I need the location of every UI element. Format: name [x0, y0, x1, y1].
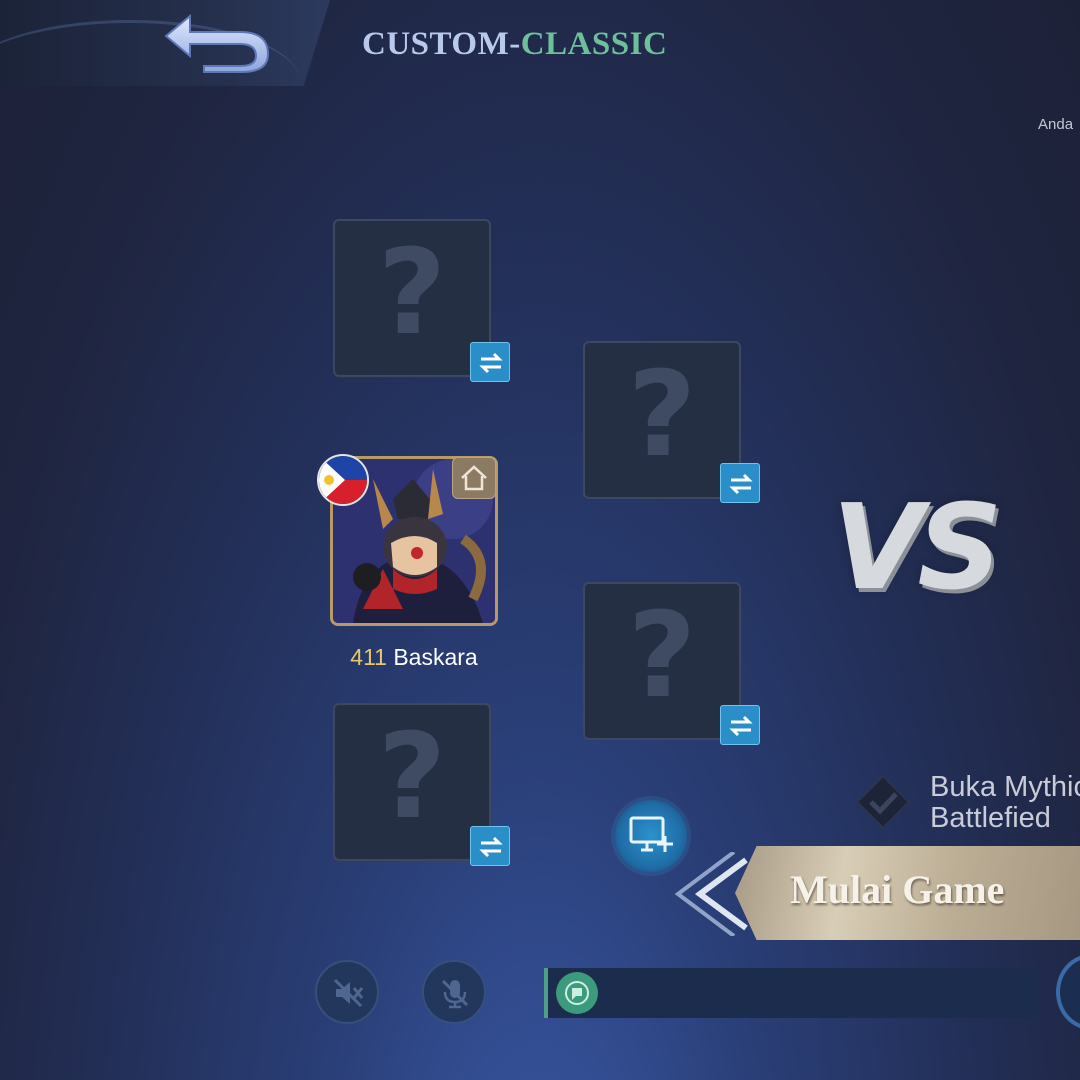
swap-icon	[729, 715, 753, 737]
player-level: 411	[350, 644, 387, 670]
swap-icon	[479, 352, 503, 374]
speaker-muted-icon	[333, 978, 364, 1008]
chat-button[interactable]	[556, 972, 598, 1014]
monitor-plus-icon	[629, 816, 673, 852]
check-diamond-icon[interactable]	[855, 774, 911, 835]
philippines-flag-icon	[317, 454, 369, 506]
speaker-toggle-button[interactable]	[315, 960, 379, 1024]
question-mark-icon: ?	[627, 586, 697, 724]
question-mark-icon: ?	[377, 223, 447, 361]
swap-button-slot-4[interactable]	[720, 705, 760, 745]
team-slot-1[interactable]: ?	[333, 219, 491, 377]
swap-button-slot-1[interactable]	[470, 342, 510, 382]
team-slot-5[interactable]: ?	[333, 703, 491, 861]
question-mark-icon: ?	[377, 707, 447, 845]
vs-label: VS	[832, 478, 1002, 616]
mythic-notice-line2: Battlefied	[930, 802, 1051, 835]
corner-text: Anda	[1038, 116, 1074, 133]
chat-icon	[565, 981, 589, 1005]
back-arrow-icon	[164, 13, 270, 73]
back-button[interactable]	[160, 10, 275, 74]
edge-round-button[interactable]	[1056, 954, 1080, 1030]
swap-icon	[479, 836, 503, 858]
swap-button-slot-5[interactable]	[470, 826, 510, 866]
mythic-notice-line1: Buka Mythic	[930, 771, 1080, 803]
mic-toggle-button[interactable]	[422, 960, 486, 1024]
question-mark-icon: ?	[627, 345, 697, 483]
player-label: 411 Baskara	[330, 644, 498, 671]
swap-icon	[729, 473, 753, 495]
chat-input-bar[interactable]	[544, 968, 1038, 1018]
start-game-label: Mulai Game	[790, 867, 1005, 912]
mythic-notice: Buka Mythic Battlefied	[930, 771, 1080, 835]
mic-muted-icon	[441, 979, 469, 1009]
player-name: Baskara	[393, 644, 478, 670]
mode-title-part1: CUSTOM-	[362, 26, 521, 62]
mode-title: CUSTOM-CLASSIC	[362, 26, 667, 63]
team-slot-2[interactable]: ?	[583, 341, 741, 499]
home-icon	[452, 457, 496, 499]
mode-title-part2: CLASSIC	[520, 26, 668, 62]
swap-button-slot-2[interactable]	[720, 463, 760, 503]
team-slot-4[interactable]: ?	[583, 582, 741, 740]
